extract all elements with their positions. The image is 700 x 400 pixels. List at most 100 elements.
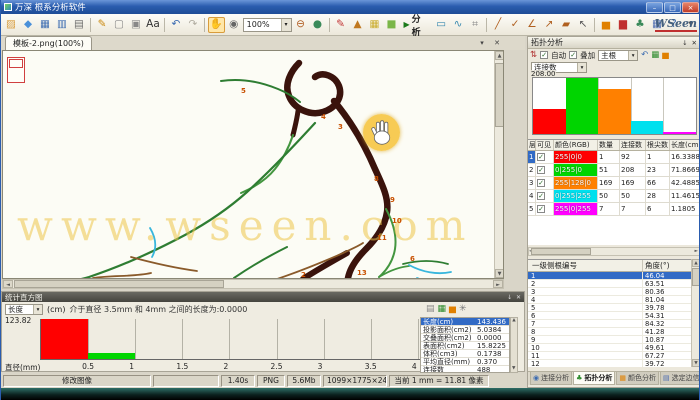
scroll-thumb[interactable] xyxy=(692,268,700,286)
mark-pencil-icon[interactable]: ✎ xyxy=(332,17,348,33)
select-cursor-icon[interactable]: ↖ xyxy=(575,17,591,33)
scroll-up-icon[interactable]: ▲ xyxy=(495,51,504,60)
redo-icon[interactable]: ↷ xyxy=(185,17,201,33)
import-image-icon[interactable]: ◆ xyxy=(20,17,36,33)
visible-checkbox[interactable]: ✓ xyxy=(537,153,545,161)
pin-icon[interactable]: ↓ xyxy=(507,294,512,301)
angle-table-row[interactable]: 910.87 xyxy=(528,336,691,344)
excel-export-icon[interactable]: ▦ xyxy=(651,50,659,60)
hand-pan-tool-icon[interactable]: ✋ xyxy=(208,17,225,33)
scroll-right-icon[interactable]: ► xyxy=(695,248,698,255)
angle-table-row[interactable]: 784.32 xyxy=(528,320,691,328)
color-table-row[interactable]: 5✓255|0|2557761.1805 xyxy=(528,203,700,216)
tab-color-analysis[interactable]: ▦颜色分析 xyxy=(616,372,659,385)
angle-table-row[interactable]: 1049.61 xyxy=(528,344,691,352)
stat-row[interactable]: 体积(cm3)0.1738 xyxy=(421,350,509,358)
color-table-row[interactable]: 3✓255|128|01691696642.4885 xyxy=(528,177,700,190)
curve-measure-icon[interactable]: ∿ xyxy=(450,17,466,33)
edit-pencil-icon[interactable]: ✎ xyxy=(94,17,110,33)
sort-levels-icon[interactable]: ⇅ xyxy=(530,50,537,60)
canvas-horizontal-scrollbar[interactable]: ◄ ► xyxy=(2,279,504,289)
draw-arrow-icon[interactable]: ↗ xyxy=(541,17,557,33)
grid-overlay-icon[interactable]: ▦ xyxy=(366,17,382,33)
stat-row[interactable]: 长度(cm)143.436 xyxy=(421,318,509,326)
zoom-level-combo[interactable]: 100%▾ xyxy=(243,18,292,32)
document-tab[interactable]: 模板-2.png(100%) xyxy=(5,36,92,50)
layer-color-icon[interactable]: ■ xyxy=(383,17,399,33)
undo-icon[interactable]: ↶ xyxy=(641,50,648,60)
close-panel-icon[interactable]: ✕ xyxy=(516,294,521,301)
eraser-icon[interactable]: ▰ xyxy=(558,17,574,33)
zoom-out-icon[interactable]: ⊖ xyxy=(293,17,309,33)
scroll-left-icon[interactable]: ◄ xyxy=(3,280,13,288)
scroll-down-icon[interactable]: ▼ xyxy=(692,359,700,367)
scroll-thumb[interactable] xyxy=(531,248,591,255)
vscroll-thumb[interactable] xyxy=(495,63,504,127)
tab-list-dropdown-icon[interactable]: ▾ xyxy=(476,38,488,49)
angle-table-row[interactable]: 654.31 xyxy=(528,312,691,320)
copy-icon[interactable]: ▢ xyxy=(111,17,127,33)
angle-table-row[interactable]: 263.51 xyxy=(528,280,691,288)
crop-icon[interactable]: ⌗ xyxy=(467,17,483,33)
settings-icon[interactable]: ✳ xyxy=(459,303,467,315)
angle-table-row[interactable]: 1167.27 xyxy=(528,352,691,360)
stat-row[interactable]: 交叠面积(cm2)0.0000 xyxy=(421,334,509,342)
zoom-fit-icon[interactable]: ● xyxy=(310,17,326,33)
close-document-icon[interactable]: ✕ xyxy=(491,38,503,49)
visible-checkbox[interactable]: ✓ xyxy=(537,166,545,174)
stat-row[interactable]: 连接数488 xyxy=(421,366,509,373)
analyze-button[interactable]: ▶分析 xyxy=(400,12,432,38)
angle-table-row[interactable]: 380.36 xyxy=(528,288,691,296)
scroll-up-icon[interactable]: ▲ xyxy=(692,259,700,267)
undo-icon[interactable]: ↶ xyxy=(168,17,184,33)
zoom-magnifier-icon[interactable]: ◉ xyxy=(226,17,242,33)
draw-line-icon[interactable]: ╱ xyxy=(490,17,506,33)
color-table-row[interactable]: 4✓0|255|25550502811.4615 xyxy=(528,190,700,203)
canvas-vertical-scrollbar[interactable]: ▲ ▼ xyxy=(494,51,503,278)
pin-icon[interactable]: ↓ xyxy=(682,39,687,47)
color-table-row[interactable]: 1✓255|0|0192116.3388 xyxy=(528,151,700,164)
export-image-icon[interactable]: ▤ xyxy=(426,303,435,315)
scroll-down-icon[interactable]: ▼ xyxy=(512,366,515,371)
tree-structure-icon[interactable]: ♣ xyxy=(632,17,648,33)
angle-table-scrollbar[interactable]: ▲ ▼ xyxy=(691,259,700,367)
angle-table-row[interactable]: 1239.72 xyxy=(528,360,691,367)
chart-export-icon[interactable]: ▅ xyxy=(662,50,669,60)
tab-connection-analysis[interactable]: ◉连接分析 xyxy=(530,372,572,385)
paste-icon[interactable]: ▣ xyxy=(128,17,144,33)
stat-row[interactable]: 投影面积(cm2)5.0384 xyxy=(421,326,509,334)
stats-scrollbar[interactable]: ▲ ▼ xyxy=(510,317,518,373)
stat-row[interactable]: 平均直径(mm)0.370 xyxy=(421,358,509,366)
auto-checkbox[interactable]: ✓ xyxy=(540,51,548,59)
visible-checkbox[interactable]: ✓ xyxy=(537,179,545,187)
stats-chart-icon[interactable]: ▆ xyxy=(615,17,631,33)
measure-select[interactable]: 长度 ▾ xyxy=(5,304,43,315)
angle-table-row[interactable]: 481.04 xyxy=(528,296,691,304)
open-file-icon[interactable]: ▨ xyxy=(3,17,19,33)
hscroll-thumb[interactable] xyxy=(14,280,224,288)
scroll-right-icon[interactable]: ► xyxy=(493,280,503,288)
save-icon[interactable]: ▦ xyxy=(37,17,53,33)
tab-topology-analysis[interactable]: ♣拓扑分析 xyxy=(573,372,615,385)
visible-checkbox[interactable]: ✓ xyxy=(537,192,545,200)
close-panel-icon[interactable]: ✕ xyxy=(692,39,697,47)
print-icon[interactable]: ▤ xyxy=(71,17,87,33)
chart-export-icon[interactable]: ▅ xyxy=(449,303,456,315)
scroll-down-icon[interactable]: ▼ xyxy=(495,269,504,278)
angle-table-row[interactable]: 539.78 xyxy=(528,304,691,312)
tab-edge-info[interactable]: ▤选定边信息 xyxy=(660,372,700,385)
image-canvas[interactable]: www.wseen.com 5438910111326 ▲ ▼ xyxy=(2,50,504,279)
color-table-scrollbar[interactable]: ◄ ► xyxy=(528,247,700,256)
text-label-icon[interactable]: Aa xyxy=(145,17,161,33)
angle-table-row[interactable]: 841.28 xyxy=(528,328,691,336)
stat-row[interactable]: 表面积(cm2)15.8225 xyxy=(421,342,509,350)
bar-chart-icon[interactable]: ▅ xyxy=(598,17,614,33)
angle-table-row[interactable]: 146.04 xyxy=(528,272,691,280)
ruler-icon[interactable]: ▭ xyxy=(433,17,449,33)
overlay-checkbox[interactable]: ✓ xyxy=(569,51,577,59)
draw-angle-icon[interactable]: ∠ xyxy=(524,17,540,33)
visible-checkbox[interactable]: ✓ xyxy=(537,205,545,213)
excel-export-icon[interactable]: ▦ xyxy=(438,303,447,315)
save-all-icon[interactable]: ▥ xyxy=(54,17,70,33)
draw-polyline-icon[interactable]: ✓ xyxy=(507,17,523,33)
